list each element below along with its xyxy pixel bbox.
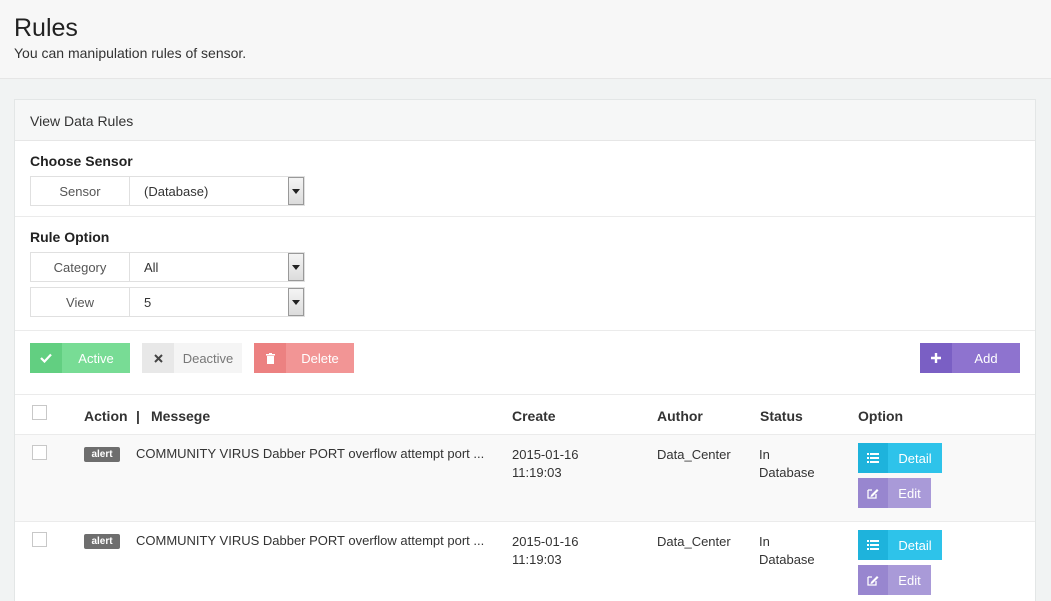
active-button[interactable]: Active — [30, 343, 130, 373]
select-all-checkbox[interactable] — [32, 405, 47, 420]
detail-button-label: Detail — [898, 537, 932, 553]
detail-button-label: Detail — [898, 450, 932, 466]
header-option: Option — [858, 408, 904, 424]
row-create-time: 11:19:03 — [512, 465, 562, 480]
rules-panel: View Data Rules Choose Sensor Sensor (Da… — [14, 99, 1036, 601]
panel-heading: View Data Rules — [15, 100, 1035, 141]
row-status: In Database — [759, 533, 815, 569]
row-create-date: 2015-01-16 — [512, 534, 579, 549]
trash-icon — [254, 343, 286, 373]
edit-button-label: Edit — [898, 485, 921, 501]
row-status-line1: In — [759, 447, 770, 462]
category-select[interactable]: All — [130, 252, 305, 282]
alert-badge: alert — [84, 447, 120, 462]
row-status-line2: Database — [759, 465, 815, 480]
view-addon: View — [30, 287, 130, 317]
sensor-input-group: Sensor (Database) — [30, 176, 305, 206]
header-action: Action — [84, 408, 128, 424]
delete-button-label: Delete — [301, 350, 339, 366]
row-checkbox[interactable] — [32, 445, 47, 460]
row-message: COMMUNITY VIRUS Dabber PORT overflow att… — [136, 533, 485, 548]
deactive-button[interactable]: Deactive — [142, 343, 242, 373]
row-status-line1: In — [759, 534, 770, 549]
row-author: Data_Center — [657, 534, 731, 549]
row-checkbox[interactable] — [32, 532, 47, 547]
plus-icon — [920, 343, 952, 373]
table-row: alert COMMUNITY VIRUS Dabber PORT overfl… — [15, 522, 1035, 601]
alert-badge: alert — [84, 534, 120, 549]
detail-button[interactable]: Detail — [858, 530, 942, 560]
table-row: alert COMMUNITY VIRUS Dabber PORT overfl… — [15, 435, 1035, 522]
row-create: 2015-01-16 11:19:03 — [512, 446, 579, 482]
deactive-button-label: Deactive — [182, 350, 234, 366]
add-button-label: Add — [974, 350, 998, 366]
header-status: Status — [760, 408, 803, 424]
detail-button[interactable]: Detail — [858, 443, 942, 473]
divider — [15, 330, 1035, 331]
category-input-group: Category All — [30, 252, 305, 282]
view-input-group: View 5 — [30, 287, 305, 317]
view-select[interactable]: 5 — [130, 287, 305, 317]
rule-option-label: Rule Option — [30, 229, 110, 245]
list-icon — [858, 530, 888, 560]
header-message: Messege — [151, 408, 211, 424]
view-select-value: 5 — [144, 294, 152, 310]
category-addon: Category — [30, 252, 130, 282]
sensor-select-value: (Database) — [144, 183, 209, 199]
close-icon — [142, 343, 174, 373]
chevron-down-icon[interactable] — [288, 177, 304, 205]
edit-button-label: Edit — [898, 572, 921, 588]
page-subtitle: You can manipulation rules of sensor. — [14, 45, 247, 61]
header-separator: | — [136, 408, 140, 424]
chevron-down-icon[interactable] — [288, 288, 304, 316]
chevron-down-icon[interactable] — [288, 253, 304, 281]
row-status-line2: Database — [759, 552, 815, 567]
row-create-date: 2015-01-16 — [512, 447, 579, 462]
edit-icon — [858, 565, 888, 595]
edit-icon — [858, 478, 888, 508]
edit-button[interactable]: Edit — [858, 478, 931, 508]
table-header: Action | Messege Create Author Status Op… — [15, 394, 1035, 435]
row-create-time: 11:19:03 — [512, 552, 562, 567]
list-icon — [858, 443, 888, 473]
row-create: 2015-01-16 11:19:03 — [512, 533, 579, 569]
row-message: COMMUNITY VIRUS Dabber PORT overflow att… — [136, 446, 485, 461]
sensor-addon: Sensor — [30, 176, 130, 206]
sensor-select[interactable]: (Database) — [130, 176, 305, 206]
header-create: Create — [512, 408, 556, 424]
row-author: Data_Center — [657, 447, 731, 462]
delete-button[interactable]: Delete — [254, 343, 354, 373]
page-header: Rules You can manipulation rules of sens… — [0, 0, 1051, 79]
choose-sensor-label: Choose Sensor — [30, 153, 133, 169]
page-title: Rules — [14, 14, 78, 42]
check-icon — [30, 343, 62, 373]
row-status: In Database — [759, 446, 815, 482]
category-select-value: All — [144, 259, 159, 275]
add-button[interactable]: Add — [920, 343, 1020, 373]
active-button-label: Active — [78, 350, 114, 366]
divider — [15, 216, 1035, 217]
header-author: Author — [657, 408, 703, 424]
edit-button[interactable]: Edit — [858, 565, 931, 595]
